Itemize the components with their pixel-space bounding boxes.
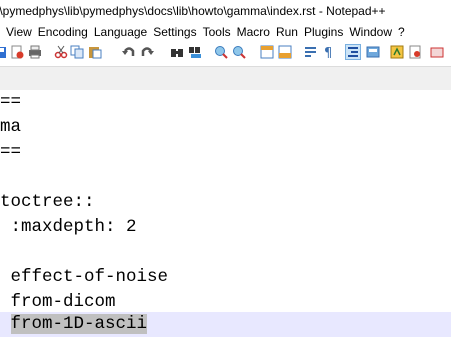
macro-record-icon[interactable]	[430, 45, 444, 59]
zoom-in-icon[interactable]	[214, 45, 228, 59]
close-icon[interactable]	[10, 45, 24, 59]
code-line[interactable]: ==	[0, 140, 451, 165]
redo-icon[interactable]	[140, 45, 154, 59]
replace-icon[interactable]	[188, 45, 202, 59]
toolbar: ¶	[0, 42, 451, 64]
zoom-out-icon[interactable]	[232, 45, 246, 59]
menu-encoding[interactable]: Encoding	[35, 22, 91, 42]
svg-text:¶: ¶	[324, 46, 332, 59]
menu-settings[interactable]: Settings	[150, 22, 199, 42]
menu-run[interactable]: Run	[273, 22, 301, 42]
code-line[interactable]: effect-of-noise	[0, 265, 451, 290]
code-line[interactable]: toctree::	[0, 190, 451, 215]
paste-icon[interactable]	[88, 45, 102, 59]
menu-window[interactable]: Window	[346, 22, 395, 42]
save-all-icon[interactable]	[0, 45, 8, 59]
window-title: f\pymedphys\lib\pymedphys\docs\lib\howto…	[0, 4, 386, 18]
word-wrap-icon[interactable]	[304, 45, 318, 59]
menu-bar: View Encoding Language Settings Tools Macro Ru…	[0, 22, 451, 42]
menu-help[interactable]: ?	[395, 22, 408, 42]
sync-horizontal-icon[interactable]	[278, 45, 292, 59]
function-list-icon[interactable]	[390, 45, 404, 59]
current-code-line[interactable]: from-1D-ascii	[0, 312, 451, 337]
folder-workspace-icon[interactable]	[408, 45, 422, 59]
print-icon[interactable]	[28, 45, 42, 59]
title-bar: f\pymedphys\lib\pymedphys\docs\lib\howto…	[0, 0, 451, 22]
selected-text[interactable]: from-1D-ascii	[10, 314, 148, 334]
code-line[interactable]: :maxdepth: 2	[0, 215, 451, 240]
code-line[interactable]	[0, 165, 451, 190]
copy-icon[interactable]	[70, 45, 84, 59]
show-all-chars-icon[interactable]: ¶	[322, 45, 336, 59]
tab-strip	[0, 66, 451, 91]
code-line[interactable]: ma	[0, 115, 451, 140]
menu-tools[interactable]: Tools	[200, 22, 234, 42]
menu-view[interactable]: View	[3, 22, 35, 42]
editor-pane[interactable]: == ma == toctree:: :maxdepth: 2 effect-o…	[0, 90, 451, 349]
menu-plugins[interactable]: Plugins	[301, 22, 346, 42]
doc-map-icon[interactable]	[366, 45, 380, 59]
menu-language[interactable]: Language	[91, 22, 150, 42]
undo-icon[interactable]	[122, 45, 136, 59]
code-line[interactable]	[0, 240, 451, 265]
cut-icon[interactable]	[54, 45, 68, 59]
indent-guide-icon[interactable]	[345, 44, 361, 60]
menu-macro[interactable]: Macro	[234, 22, 273, 42]
code-line[interactable]: ==	[0, 90, 451, 115]
find-icon[interactable]	[170, 45, 184, 59]
sync-vertical-icon[interactable]	[260, 45, 274, 59]
